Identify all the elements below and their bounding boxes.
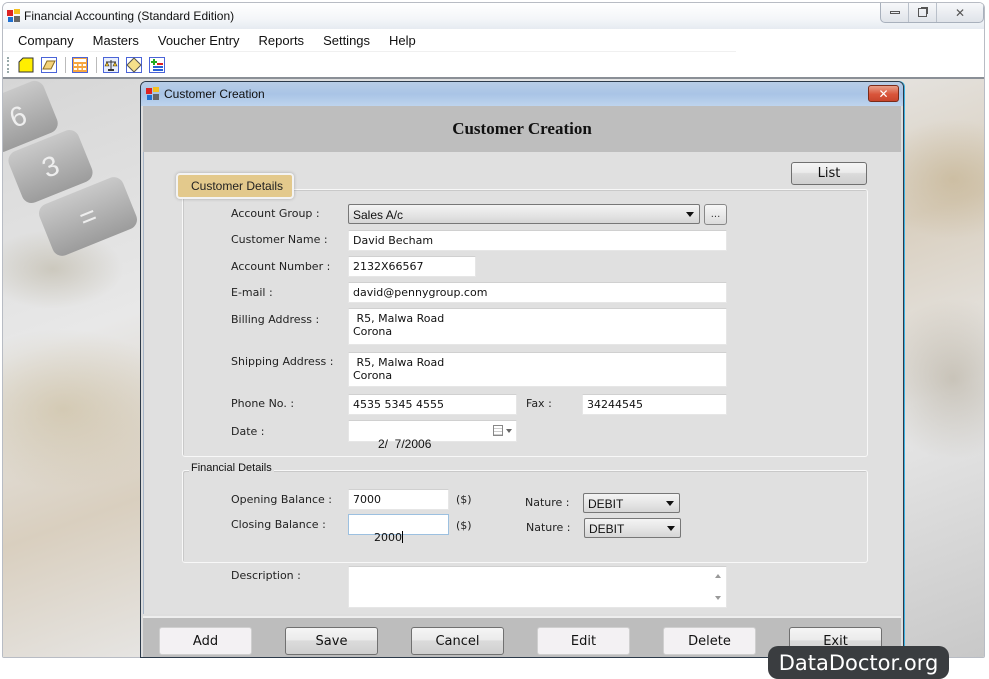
opening-balance-label: Opening Balance :: [231, 493, 332, 506]
chevron-down-icon: [686, 212, 694, 217]
account-group-browse-button[interactable]: ...: [704, 204, 727, 225]
account-group-select[interactable]: Sales A/c: [348, 204, 700, 224]
shipping-address-label: Shipping Address :: [231, 355, 334, 368]
open-folder-icon: [41, 57, 57, 73]
description-label: Description :: [231, 569, 301, 582]
scroll-up-icon[interactable]: [715, 574, 721, 578]
text-cursor: [401, 531, 403, 543]
chevron-down-icon: [506, 429, 512, 433]
restore-icon: [918, 8, 927, 17]
menu-help[interactable]: Help: [389, 33, 416, 48]
add-list-icon: [149, 57, 165, 73]
window-controls: ✕: [880, 3, 984, 23]
restore-button[interactable]: [909, 3, 937, 22]
financial-details-legend: Financial Details: [189, 462, 274, 474]
email-input[interactable]: david@pennygroup.com: [348, 282, 727, 303]
toolbar-open-button[interactable]: [39, 55, 59, 75]
chevron-down-icon: [666, 501, 674, 506]
opening-nature-label: Nature :: [525, 496, 570, 509]
customer-creation-dialog: Customer Creation ✕ Customer Creation Li…: [140, 81, 904, 658]
delete-button[interactable]: Delete: [663, 627, 756, 655]
save-button[interactable]: Save: [285, 627, 378, 655]
closing-nature-label: Nature :: [526, 521, 571, 534]
closing-balance-input[interactable]: 2000: [348, 514, 449, 544]
menu-voucher-entry[interactable]: Voucher Entry: [158, 33, 240, 48]
calculator-icon: [72, 57, 88, 73]
toolbar-ledger-button[interactable]: [124, 55, 144, 75]
account-group-value: Sales A/c: [353, 208, 404, 222]
menu-bar: Company Masters Voucher Entry Reports Se…: [3, 29, 736, 52]
fax-input[interactable]: 34244545: [582, 394, 727, 415]
toolbar-grip[interactable]: [7, 57, 10, 73]
toolbar-add-list-button[interactable]: [147, 55, 167, 75]
minimize-button[interactable]: [881, 3, 909, 22]
account-number-input[interactable]: 2132X66567: [348, 256, 476, 277]
dialog-close-button[interactable]: ✕: [868, 85, 899, 102]
page-title: Customer Creation: [452, 119, 592, 138]
menu-company[interactable]: Company: [18, 33, 74, 48]
customer-name-input[interactable]: David Becham: [348, 230, 727, 251]
calendar-icon[interactable]: [493, 425, 503, 436]
toolbar-balance-button[interactable]: [101, 55, 121, 75]
account-group-label: Account Group :: [231, 207, 320, 220]
closing-balance-label: Closing Balance :: [231, 518, 326, 531]
dialog-titlebar[interactable]: Customer Creation ✕: [141, 82, 903, 106]
billing-address-input[interactable]: R5, Malwa Road Corona: [348, 308, 727, 345]
date-value: 2/ 7/2006: [377, 437, 432, 451]
description-scrollbar[interactable]: [711, 567, 726, 607]
minimize-icon: [889, 11, 900, 14]
close-icon: ✕: [878, 86, 889, 101]
date-label: Date :: [231, 425, 265, 438]
cancel-button[interactable]: Cancel: [411, 627, 504, 655]
menu-masters[interactable]: Masters: [93, 33, 139, 48]
chevron-down-icon: [667, 526, 675, 531]
dialog-title: Customer Creation: [164, 87, 265, 101]
balance-scale-icon: [103, 57, 119, 73]
toolbar-calculator-button[interactable]: [70, 55, 90, 75]
closing-balance-unit: ($): [456, 519, 472, 532]
closing-balance-value: 2000: [373, 531, 402, 544]
list-button[interactable]: List: [791, 162, 867, 185]
menu-settings[interactable]: Settings: [323, 33, 370, 48]
phone-label: Phone No. :: [231, 397, 295, 410]
billing-address-label: Billing Address :: [231, 313, 320, 326]
app-logo-icon: [7, 9, 20, 22]
app-title: Financial Accounting (Standard Edition): [24, 9, 235, 23]
dialog-body: List Customer Details Account Group : Sa…: [143, 152, 901, 614]
ledger-icon: [126, 57, 142, 73]
opening-nature-value: DEBIT: [588, 497, 624, 511]
close-button[interactable]: ✕: [937, 3, 983, 22]
app-titlebar: Financial Accounting (Standard Edition) …: [3, 3, 984, 29]
date-picker[interactable]: 2/ 7/2006: [348, 420, 517, 451]
phone-input[interactable]: 4535 5345 4555: [348, 394, 517, 415]
fax-label: Fax :: [526, 397, 552, 410]
edit-button[interactable]: Edit: [537, 627, 630, 655]
closing-nature-value: DEBIT: [589, 522, 625, 536]
opening-balance-input[interactable]: 7000: [348, 489, 449, 510]
customer-details-tab[interactable]: Customer Details: [176, 173, 294, 199]
dialog-header: Customer Creation: [143, 106, 901, 152]
add-button[interactable]: Add: [159, 627, 252, 655]
email-label: E-mail :: [231, 286, 273, 299]
toolbar-separator: [65, 57, 66, 73]
opening-nature-select[interactable]: DEBIT: [583, 493, 680, 513]
account-number-label: Account Number :: [231, 260, 331, 273]
scroll-down-icon[interactable]: [715, 596, 721, 600]
new-file-icon: [18, 57, 34, 73]
closing-nature-select[interactable]: DEBIT: [584, 518, 681, 538]
watermark: DataDoctor.org: [768, 646, 949, 679]
financial-details-group: [182, 470, 868, 563]
shipping-address-input[interactable]: R5, Malwa Road Corona: [348, 352, 727, 387]
description-input[interactable]: [348, 566, 727, 608]
toolbar-new-button[interactable]: [16, 55, 36, 75]
menu-reports[interactable]: Reports: [259, 33, 305, 48]
close-icon: ✕: [954, 5, 966, 20]
opening-balance-unit: ($): [456, 493, 472, 506]
customer-name-label: Customer Name :: [231, 233, 328, 246]
toolbar-separator: [96, 57, 97, 73]
toolbar: [3, 53, 984, 77]
app-logo-icon: [146, 87, 159, 100]
